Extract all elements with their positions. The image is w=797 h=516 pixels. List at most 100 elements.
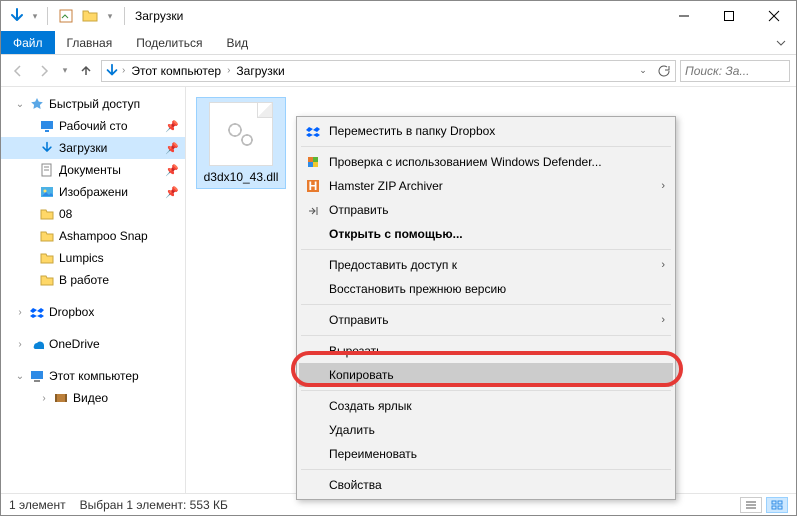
pictures-icon — [39, 184, 55, 200]
chevron-right-icon: › — [661, 180, 665, 192]
file-name: d3dx10_43.dll — [201, 170, 281, 184]
folder-icon — [39, 206, 55, 222]
titlebar: ▾ ▾ Загрузки — [1, 1, 796, 31]
search-input[interactable] — [685, 64, 785, 78]
sidebar-item-folder[interactable]: Lumpics — [1, 247, 185, 269]
chevron-right-icon: › — [661, 314, 665, 326]
breadcrumb-current[interactable]: Загрузки — [232, 64, 288, 78]
ctx-move-to-dropbox[interactable]: Переместить в папку Dropbox — [299, 119, 673, 143]
dll-file-icon — [209, 102, 273, 166]
context-menu: Переместить в папку Dropbox Проверка с и… — [296, 116, 676, 500]
ctx-copy[interactable]: Копировать — [299, 363, 673, 387]
svg-text:H: H — [309, 179, 318, 193]
sidebar-item-desktop[interactable]: Рабочий сто 📌 — [1, 115, 185, 137]
ctx-properties[interactable]: Свойства — [299, 473, 673, 497]
properties-icon[interactable] — [56, 6, 76, 26]
sidebar-item-videos[interactable]: › Видео — [1, 387, 185, 409]
tab-share[interactable]: Поделиться — [124, 31, 214, 54]
ctx-cut[interactable]: Вырезать — [299, 339, 673, 363]
history-dropdown[interactable]: ▾ — [59, 60, 71, 82]
share-icon — [305, 202, 321, 218]
folder-icon — [39, 250, 55, 266]
divider — [124, 7, 125, 25]
sidebar-item-documents[interactable]: Документы 📌 — [1, 159, 185, 181]
sidebar-item-folder[interactable]: 08 — [1, 203, 185, 225]
documents-icon — [39, 162, 55, 178]
pin-icon: 📌 — [165, 120, 179, 133]
pin-icon: 📌 — [165, 164, 179, 177]
sidebar-quick-access[interactable]: ⌄ Быстрый доступ — [1, 93, 185, 115]
down-arrow-icon[interactable] — [7, 6, 27, 26]
quick-access-toolbar: ▾ ▾ — [7, 6, 129, 26]
hamster-icon: H — [305, 178, 321, 194]
tab-home[interactable]: Главная — [55, 31, 125, 54]
ctx-delete[interactable]: Удалить — [299, 418, 673, 442]
onedrive-icon — [29, 336, 45, 352]
up-button[interactable] — [75, 60, 97, 82]
ctx-send-to[interactable]: Отправить — [299, 198, 673, 222]
sidebar-item-downloads[interactable]: Загрузки 📌 — [1, 137, 185, 159]
qat-dropdown-icon[interactable]: ▾ — [31, 6, 39, 26]
address-dropdown[interactable]: ⌄ — [633, 61, 653, 81]
pin-icon: 📌 — [165, 142, 179, 155]
ribbon-expand-button[interactable] — [766, 31, 796, 54]
details-view-button[interactable] — [740, 497, 762, 513]
down-arrow-icon — [104, 63, 120, 79]
address-bar[interactable]: › Этот компьютер › Загрузки ⌄ — [101, 60, 676, 82]
icons-view-button[interactable] — [766, 497, 788, 513]
sidebar-item-folder[interactable]: В работе — [1, 269, 185, 291]
tab-view[interactable]: Вид — [214, 31, 260, 54]
ctx-create-shortcut[interactable]: Создать ярлык — [299, 394, 673, 418]
dropbox-icon — [29, 304, 45, 320]
ctx-restore-previous[interactable]: Восстановить прежнюю версию — [299, 277, 673, 301]
chevron-right-icon[interactable]: › — [227, 65, 230, 76]
pin-icon: 📌 — [165, 186, 179, 199]
ctx-rename[interactable]: Переименовать — [299, 442, 673, 466]
ctx-open-with[interactable]: Открыть с помощью... — [299, 222, 673, 246]
sidebar-this-pc[interactable]: ⌄ Этот компьютер — [1, 365, 185, 387]
window-title: Загрузки — [135, 9, 183, 23]
separator — [301, 390, 671, 391]
navigation-bar: ▾ › Этот компьютер › Загрузки ⌄ — [1, 55, 796, 87]
search-box[interactable] — [680, 60, 790, 82]
refresh-button[interactable] — [653, 61, 673, 81]
maximize-button[interactable] — [706, 1, 751, 31]
folder-icon[interactable] — [80, 6, 100, 26]
sidebar-dropbox[interactable]: › Dropbox — [1, 301, 185, 323]
chevron-right-icon[interactable]: › — [15, 307, 25, 318]
separator — [301, 304, 671, 305]
folder-icon — [39, 228, 55, 244]
ctx-defender-scan[interactable]: Проверка с использованием Windows Defend… — [299, 150, 673, 174]
star-icon — [29, 96, 45, 112]
status-item-count: 1 элемент — [9, 498, 66, 512]
separator — [301, 146, 671, 147]
chevron-down-icon[interactable]: ⌄ — [15, 99, 25, 110]
tab-file[interactable]: Файл — [1, 31, 55, 54]
sidebar-onedrive[interactable]: › OneDrive — [1, 333, 185, 355]
file-item[interactable]: d3dx10_43.dll — [196, 97, 286, 189]
forward-button[interactable] — [33, 60, 55, 82]
separator — [301, 469, 671, 470]
chevron-right-icon[interactable]: › — [122, 65, 125, 76]
chevron-right-icon[interactable]: › — [39, 393, 49, 404]
ctx-grant-access[interactable]: Предоставить доступ к › — [299, 253, 673, 277]
chevron-right-icon[interactable]: › — [15, 339, 25, 350]
back-button[interactable] — [7, 60, 29, 82]
sidebar-item-pictures[interactable]: Изображени 📌 — [1, 181, 185, 203]
chevron-down-icon[interactable]: ⌄ — [15, 371, 25, 382]
defender-icon — [305, 154, 321, 170]
videos-icon — [53, 390, 69, 406]
ctx-send-to-2[interactable]: Отправить › — [299, 308, 673, 332]
status-selection: Выбран 1 элемент: 553 КБ — [80, 498, 228, 512]
navigation-pane[interactable]: ⌄ Быстрый доступ Рабочий сто 📌 Загрузки … — [1, 87, 186, 493]
minimize-button[interactable] — [661, 1, 706, 31]
breadcrumb-root[interactable]: Этот компьютер — [127, 64, 225, 78]
chevron-right-icon: › — [661, 259, 665, 271]
separator — [301, 335, 671, 336]
qat-overflow-icon[interactable]: ▾ — [104, 6, 116, 26]
folder-icon — [39, 272, 55, 288]
close-button[interactable] — [751, 1, 796, 31]
downloads-icon — [39, 140, 55, 156]
ctx-hamster-zip[interactable]: H Hamster ZIP Archiver › — [299, 174, 673, 198]
sidebar-item-folder[interactable]: Ashampoo Snap — [1, 225, 185, 247]
